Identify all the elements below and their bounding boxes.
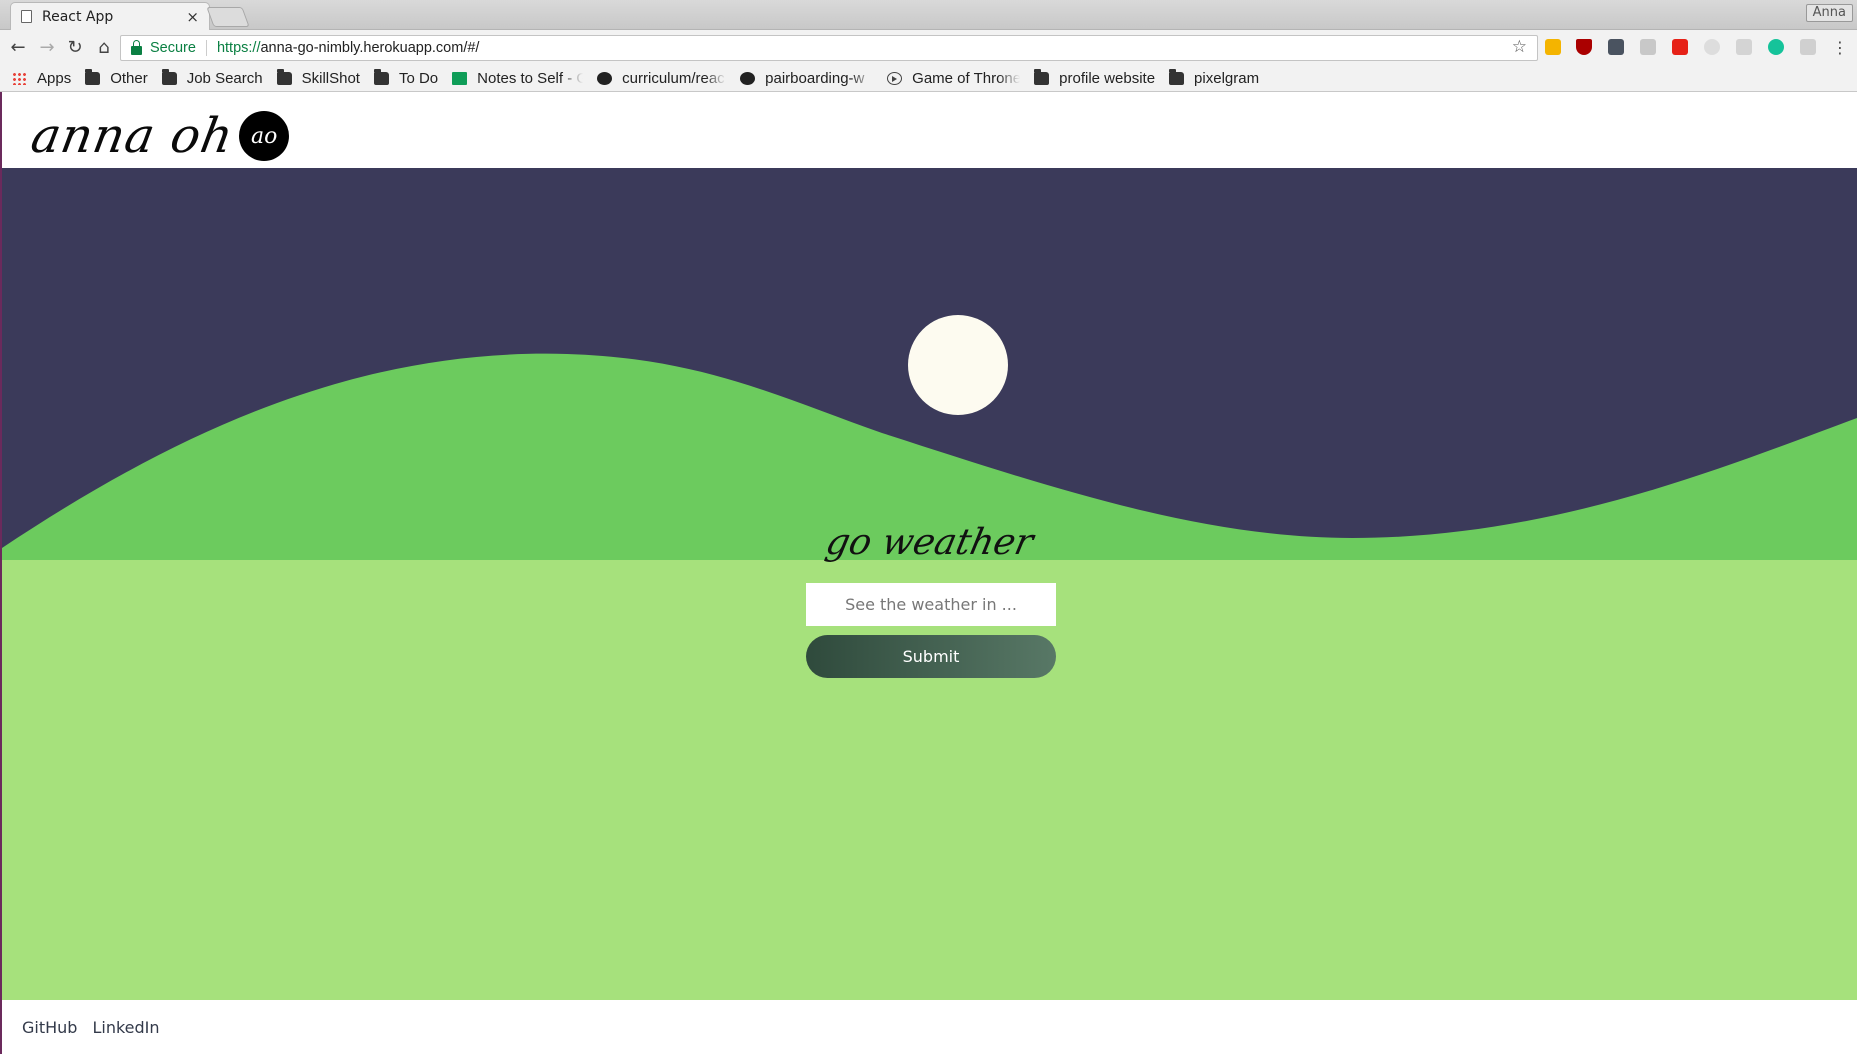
bookmark-label: profile website (1059, 70, 1156, 87)
extension-list-icon[interactable] (1800, 39, 1816, 55)
extension-card-icon[interactable] (1640, 39, 1656, 55)
browser-toolbar: ← → ↻ ⌂ Secure https:// anna-go-nimbly.h… (0, 30, 1857, 66)
address-bar[interactable]: Secure https:// anna-go-nimbly.herokuapp… (120, 35, 1538, 61)
bookmark-label: Job Search (186, 70, 263, 87)
tab-strip: React App × Anna (0, 0, 1857, 30)
extension-bolt-icon[interactable] (1545, 39, 1561, 55)
back-icon[interactable]: ← (6, 36, 30, 60)
page-icon (21, 10, 32, 23)
bookmarks-bar: Apps Other Job Search SkillShot To Do No… (0, 66, 1857, 92)
bookmark-skillshot[interactable]: SkillShot (276, 69, 360, 87)
bookmark-label: pairboarding-w (765, 70, 865, 87)
tab-title: React App (42, 8, 114, 25)
reload-icon[interactable]: ↻ (63, 36, 87, 60)
folder-icon (161, 69, 177, 85)
bookmark-label: pixelgram (1194, 70, 1260, 87)
moon-icon (908, 315, 1008, 415)
github-link[interactable]: GitHub (22, 1018, 77, 1037)
site-logo[interactable]: anna oh ao (27, 108, 290, 164)
menu-dots-icon[interactable]: ⋮ (1828, 36, 1852, 60)
bookmark-curriculum[interactable]: curriculum/reac (597, 70, 726, 87)
app-title: go weather (822, 522, 1037, 563)
extension-clipboard-icon[interactable] (1736, 39, 1752, 55)
extension-ublock-icon[interactable] (1576, 39, 1592, 55)
bookmark-profile-website[interactable]: profile website (1034, 69, 1156, 87)
extension-leaf-icon[interactable] (1704, 39, 1720, 55)
extension-grammarly-icon[interactable] (1768, 39, 1784, 55)
bookmark-star-icon[interactable]: ☆ (1512, 37, 1527, 57)
bookmark-label: Game of Throne (912, 70, 1021, 87)
folder-icon (1169, 69, 1185, 85)
github-icon (597, 72, 613, 85)
bookmark-label: Other (110, 70, 148, 87)
bookmark-notes-to-self[interactable]: Notes to Self - G (452, 70, 583, 87)
browser-tab[interactable]: React App × (10, 2, 210, 30)
apps-grid-icon (12, 72, 27, 85)
profile-button[interactable]: Anna (1805, 4, 1853, 22)
extension-dots-icon[interactable] (1608, 39, 1624, 55)
extension-youtube-icon[interactable] (1672, 39, 1688, 55)
lock-icon (131, 39, 142, 55)
omnibox-divider (205, 40, 207, 56)
secure-label: Secure (150, 40, 196, 56)
city-search-input[interactable] (806, 583, 1056, 626)
web-page: anna oh ao go weather Submit GitHub Link… (0, 92, 1857, 1054)
submit-button[interactable]: Submit (806, 635, 1056, 678)
close-tab-icon[interactable]: × (186, 8, 199, 26)
bookmark-label: Apps (37, 70, 72, 87)
folder-icon (1034, 69, 1050, 85)
url-scheme: https:// (216, 40, 261, 56)
bookmark-apps[interactable]: Apps (12, 70, 71, 87)
bookmark-game-of-thrones[interactable]: Game of Throne (887, 70, 1020, 87)
bookmark-job-search[interactable]: Job Search (161, 69, 263, 87)
bookmark-label: To Do (398, 70, 439, 87)
bookmark-pixelgram[interactable]: pixelgram (1169, 69, 1260, 87)
logo-mark: ao (239, 111, 290, 161)
folder-icon (276, 69, 292, 85)
bookmark-label: curriculum/reac (622, 70, 725, 87)
bookmark-label: Notes to Self - G (477, 70, 584, 87)
bookmark-label: SkillShot (301, 70, 360, 87)
new-tab-button[interactable] (206, 7, 250, 27)
bookmark-other[interactable]: Other (85, 69, 148, 87)
bookmark-to-do[interactable]: To Do (373, 69, 439, 87)
forward-icon[interactable]: → (35, 36, 59, 60)
play-circle-icon (887, 72, 903, 85)
github-icon (740, 72, 756, 85)
site-footer: GitHub LinkedIn (2, 1000, 1857, 1054)
sheets-icon (452, 72, 468, 85)
bookmark-pairboarding[interactable]: pairboarding-w (740, 70, 873, 87)
logo-text: anna oh (27, 108, 239, 164)
folder-icon (85, 69, 101, 85)
folder-icon (373, 69, 389, 85)
home-icon[interactable]: ⌂ (92, 36, 116, 60)
linkedin-link[interactable]: LinkedIn (92, 1018, 159, 1037)
url-text: anna-go-nimbly.herokuapp.com/#/ (260, 40, 480, 56)
